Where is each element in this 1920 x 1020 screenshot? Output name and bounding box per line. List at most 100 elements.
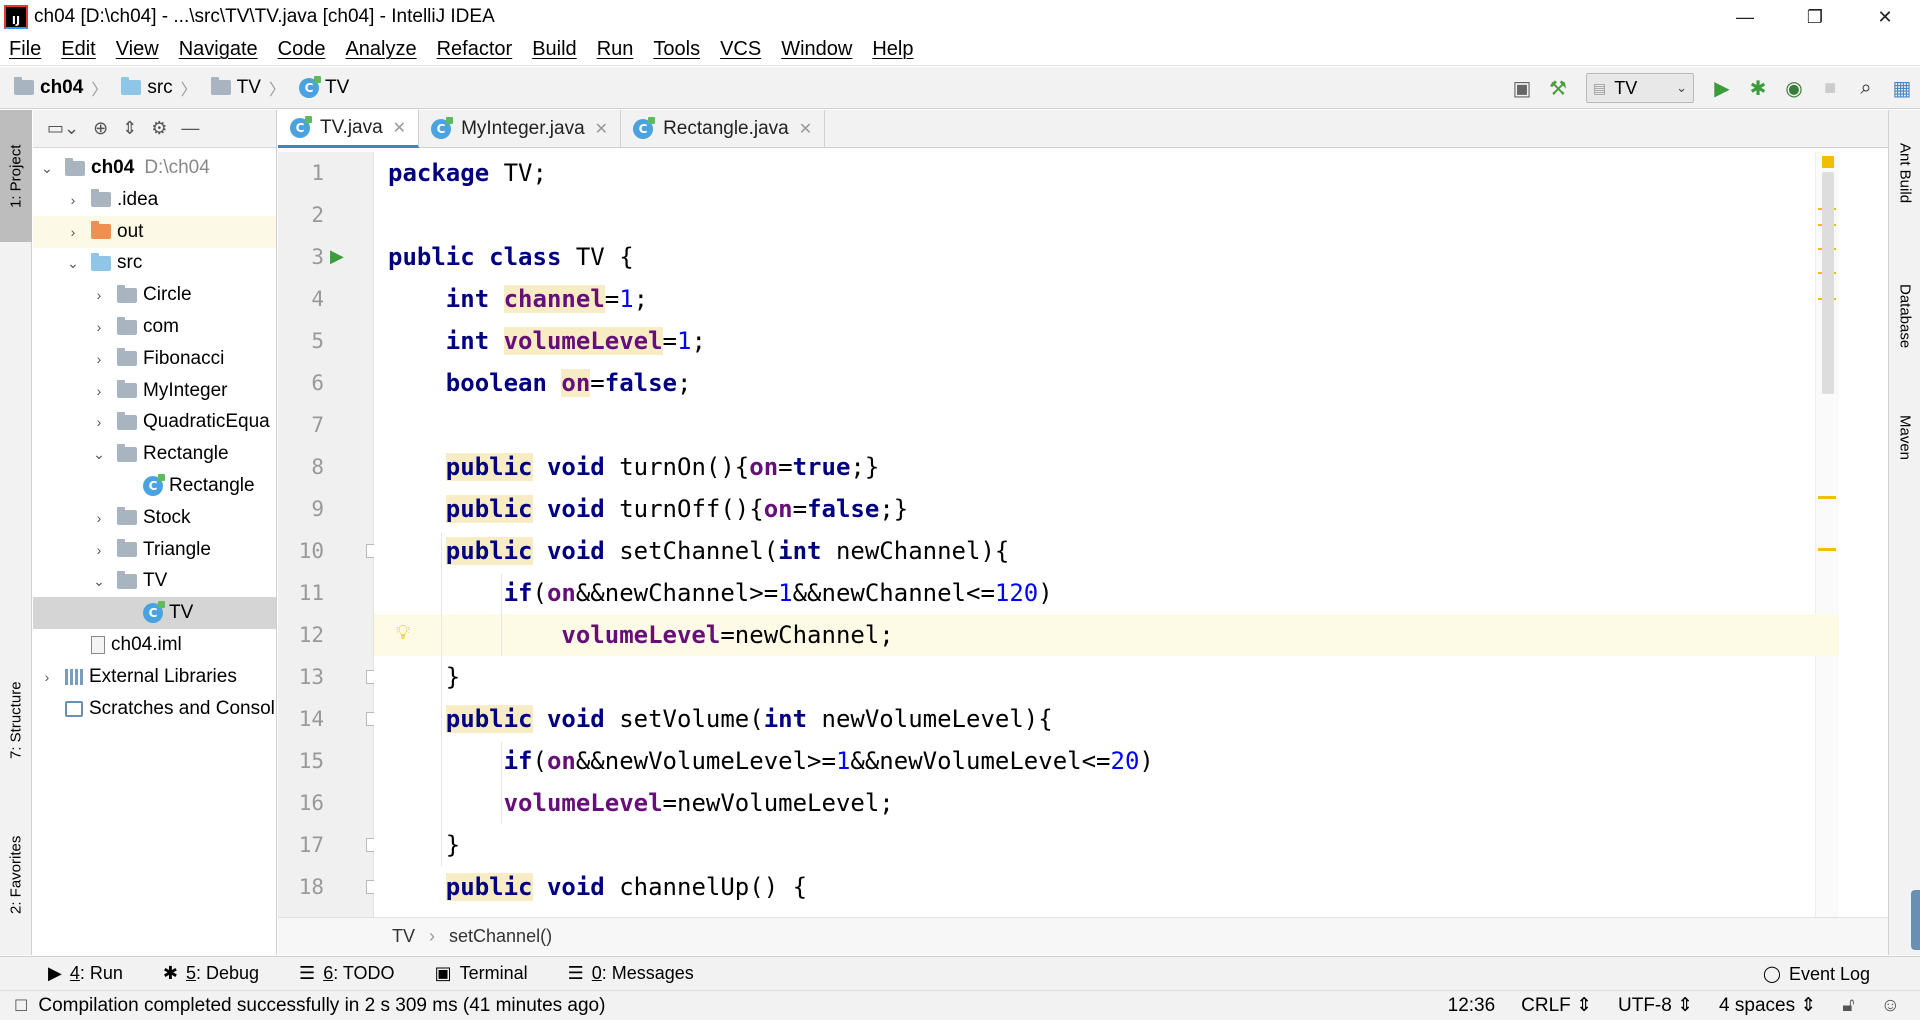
tab-favorites[interactable]: 2: Favorites bbox=[0, 815, 32, 935]
tool-window-tab[interactable]: ☰ 6: TODO bbox=[299, 963, 395, 984]
lock-icon[interactable]: 🔓︎ bbox=[1842, 995, 1854, 1017]
debug-icon[interactable]: ✱ bbox=[1740, 73, 1776, 103]
tree-item[interactable]: › External Libraries bbox=[33, 661, 276, 693]
view-mode-icon[interactable]: ▭⌄ bbox=[47, 118, 79, 139]
run-icon[interactable]: ▶ bbox=[1704, 73, 1740, 103]
line-number[interactable]: 3 bbox=[278, 236, 324, 278]
tree-item[interactable]: › .idea bbox=[33, 184, 276, 216]
line-number[interactable]: 2 bbox=[278, 194, 324, 236]
encoding-select[interactable]: UTF-8 ⇕ bbox=[1618, 994, 1693, 1017]
locate-icon[interactable]: ⊕ bbox=[93, 118, 108, 139]
chevron-right-icon[interactable]: › bbox=[91, 383, 107, 399]
code-line[interactable]: boolean on = false; bbox=[374, 362, 1839, 404]
line-number[interactable]: 10 bbox=[278, 530, 324, 572]
code-line[interactable]: public void turnOn(){on = true;} bbox=[374, 446, 1839, 488]
tree-item[interactable]: ch04.iml bbox=[33, 629, 276, 661]
tree-item[interactable]: C Rectangle bbox=[33, 470, 276, 502]
tree-item[interactable]: › com bbox=[33, 311, 276, 343]
code-line[interactable] bbox=[374, 404, 1839, 446]
editor-tab[interactable]: C Rectangle.java ✕ bbox=[621, 110, 826, 148]
close-tab-icon[interactable]: ✕ bbox=[799, 119, 812, 139]
event-log-button[interactable]: ◯ Event Log bbox=[1763, 957, 1870, 991]
menu-vcs[interactable]: VCS bbox=[710, 38, 771, 61]
tab-database[interactable]: Database bbox=[1889, 256, 1920, 376]
tool-window-tab[interactable]: ▶ 4: Run bbox=[48, 963, 123, 984]
search-icon[interactable]: ⌕ bbox=[1848, 73, 1884, 103]
code-line[interactable]: public void setVolume(int newVolumeLevel… bbox=[374, 698, 1839, 740]
tree-item[interactable]: › Fibonacci bbox=[33, 343, 276, 375]
code-line[interactable]: } bbox=[374, 824, 1839, 866]
chevron-right-icon[interactable]: › bbox=[91, 351, 107, 367]
tree-item[interactable]: ⌄ TV bbox=[33, 565, 276, 597]
status-toggle-icon[interactable]: ☐ bbox=[14, 996, 28, 1016]
code-line[interactable]: if(on &&newChannel>= 1 &&newChannel<= 120) bbox=[374, 572, 1839, 614]
code-line[interactable]: public class TV { bbox=[374, 236, 1839, 278]
code-line[interactable]: public void turnOff(){on = false;} bbox=[374, 488, 1839, 530]
tree-item[interactable]: ⌄ ch04 D:\ch04 bbox=[33, 152, 276, 184]
inspector-icon[interactable]: ☺ bbox=[1881, 995, 1900, 1017]
lightbulb-icon[interactable]: 💡︎ bbox=[396, 622, 410, 645]
code-line[interactable]: public void channelUp() { bbox=[374, 866, 1839, 908]
minimize-button[interactable]: — bbox=[1710, 0, 1780, 34]
menu-refactor[interactable]: Refactor bbox=[427, 38, 523, 61]
run-configuration-select[interactable]: ▤ TV ⌄ bbox=[1586, 73, 1694, 103]
chevron-right-icon[interactable]: › bbox=[91, 510, 107, 526]
chevron-right-icon[interactable]: › bbox=[91, 287, 107, 303]
chevron-down-icon[interactable]: ⌄ bbox=[91, 446, 107, 463]
gear-icon[interactable]: ⚙ bbox=[151, 118, 167, 139]
line-number[interactable]: 15 bbox=[278, 740, 324, 782]
tool-window-tab[interactable]: ▣ Terminal bbox=[435, 963, 528, 984]
chevron-right-icon[interactable]: › bbox=[91, 319, 107, 335]
code-line[interactable]: if(on &&newVolumeLevel>= 1 &&newVolumeLevel… bbox=[374, 740, 1839, 782]
line-number[interactable]: 12 bbox=[278, 614, 324, 656]
breadcrumb-project[interactable]: ch04 〉 bbox=[14, 76, 107, 100]
close-tab-icon[interactable]: ✕ bbox=[595, 119, 608, 139]
caret-position[interactable]: 12:36 bbox=[1448, 995, 1496, 1017]
tree-item[interactable]: › out bbox=[33, 215, 276, 248]
line-number[interactable]: 5 bbox=[278, 320, 324, 362]
menu-file[interactable]: File bbox=[0, 38, 51, 61]
line-number[interactable]: 16 bbox=[278, 782, 324, 824]
line-number[interactable]: 8 bbox=[278, 446, 324, 488]
menu-build[interactable]: Build bbox=[522, 38, 586, 61]
line-number[interactable]: 4 bbox=[278, 278, 324, 320]
breadcrumb-method[interactable]: setChannel() bbox=[449, 926, 552, 947]
menu-view[interactable]: View bbox=[106, 38, 169, 61]
hide-icon[interactable]: — bbox=[181, 118, 199, 139]
line-separator-select[interactable]: CRLF ⇕ bbox=[1521, 994, 1592, 1017]
line-number[interactable]: 9 bbox=[278, 488, 324, 530]
chevron-right-icon[interactable]: › bbox=[65, 224, 81, 240]
chevron-right-icon[interactable]: › bbox=[39, 669, 55, 685]
run-gutter-icon[interactable]: ▶ bbox=[330, 246, 344, 267]
editor-tab[interactable]: C MyInteger.java ✕ bbox=[419, 110, 622, 148]
breadcrumb-package[interactable]: TV 〉 bbox=[210, 76, 285, 100]
line-number[interactable]: 11 bbox=[278, 572, 324, 614]
close-button[interactable]: ✕ bbox=[1850, 0, 1920, 34]
code-line[interactable]: volumeLevel =newVolumeLevel; bbox=[374, 782, 1839, 824]
line-number[interactable]: 17 bbox=[278, 824, 324, 866]
code-line[interactable]: } bbox=[374, 656, 1839, 698]
menu-code[interactable]: Code bbox=[268, 38, 336, 61]
indent-select[interactable]: 4 spaces ⇕ bbox=[1719, 994, 1816, 1017]
tool-window-tab[interactable]: ✱ 5: Debug bbox=[163, 963, 259, 984]
menu-edit[interactable]: Edit bbox=[51, 38, 105, 61]
sdk-icon[interactable]: ▦ bbox=[1884, 73, 1920, 103]
menu-run[interactable]: Run bbox=[587, 38, 644, 61]
line-number[interactable]: 1 bbox=[278, 152, 324, 194]
tree-item[interactable]: ⌄ src bbox=[33, 247, 276, 279]
coverage-icon[interactable]: ◉ bbox=[1776, 73, 1812, 103]
code-line[interactable]: int channel = 1; bbox=[374, 278, 1839, 320]
menu-navigate[interactable]: Navigate bbox=[169, 38, 268, 61]
line-number[interactable]: 18 bbox=[278, 866, 324, 908]
tree-item[interactable]: › QuadraticEqua bbox=[33, 406, 276, 438]
menu-help[interactable]: Help bbox=[862, 38, 923, 61]
breadcrumb-class[interactable]: TV bbox=[392, 926, 415, 947]
tree-item[interactable]: Scratches and Consol bbox=[33, 693, 276, 725]
line-number[interactable]: 14 bbox=[278, 698, 324, 740]
code-line[interactable]: public void setChannel(int newChannel){ bbox=[374, 530, 1839, 572]
close-tab-icon[interactable]: ✕ bbox=[393, 118, 406, 138]
code-view[interactable]: package TV; public class TV { int channel… bbox=[374, 152, 1839, 917]
breadcrumb-src[interactable]: src 〉 bbox=[121, 76, 197, 100]
collapse-all-icon[interactable]: ⇕ bbox=[122, 118, 137, 139]
tab-project[interactable]: 1: Project bbox=[0, 110, 32, 242]
